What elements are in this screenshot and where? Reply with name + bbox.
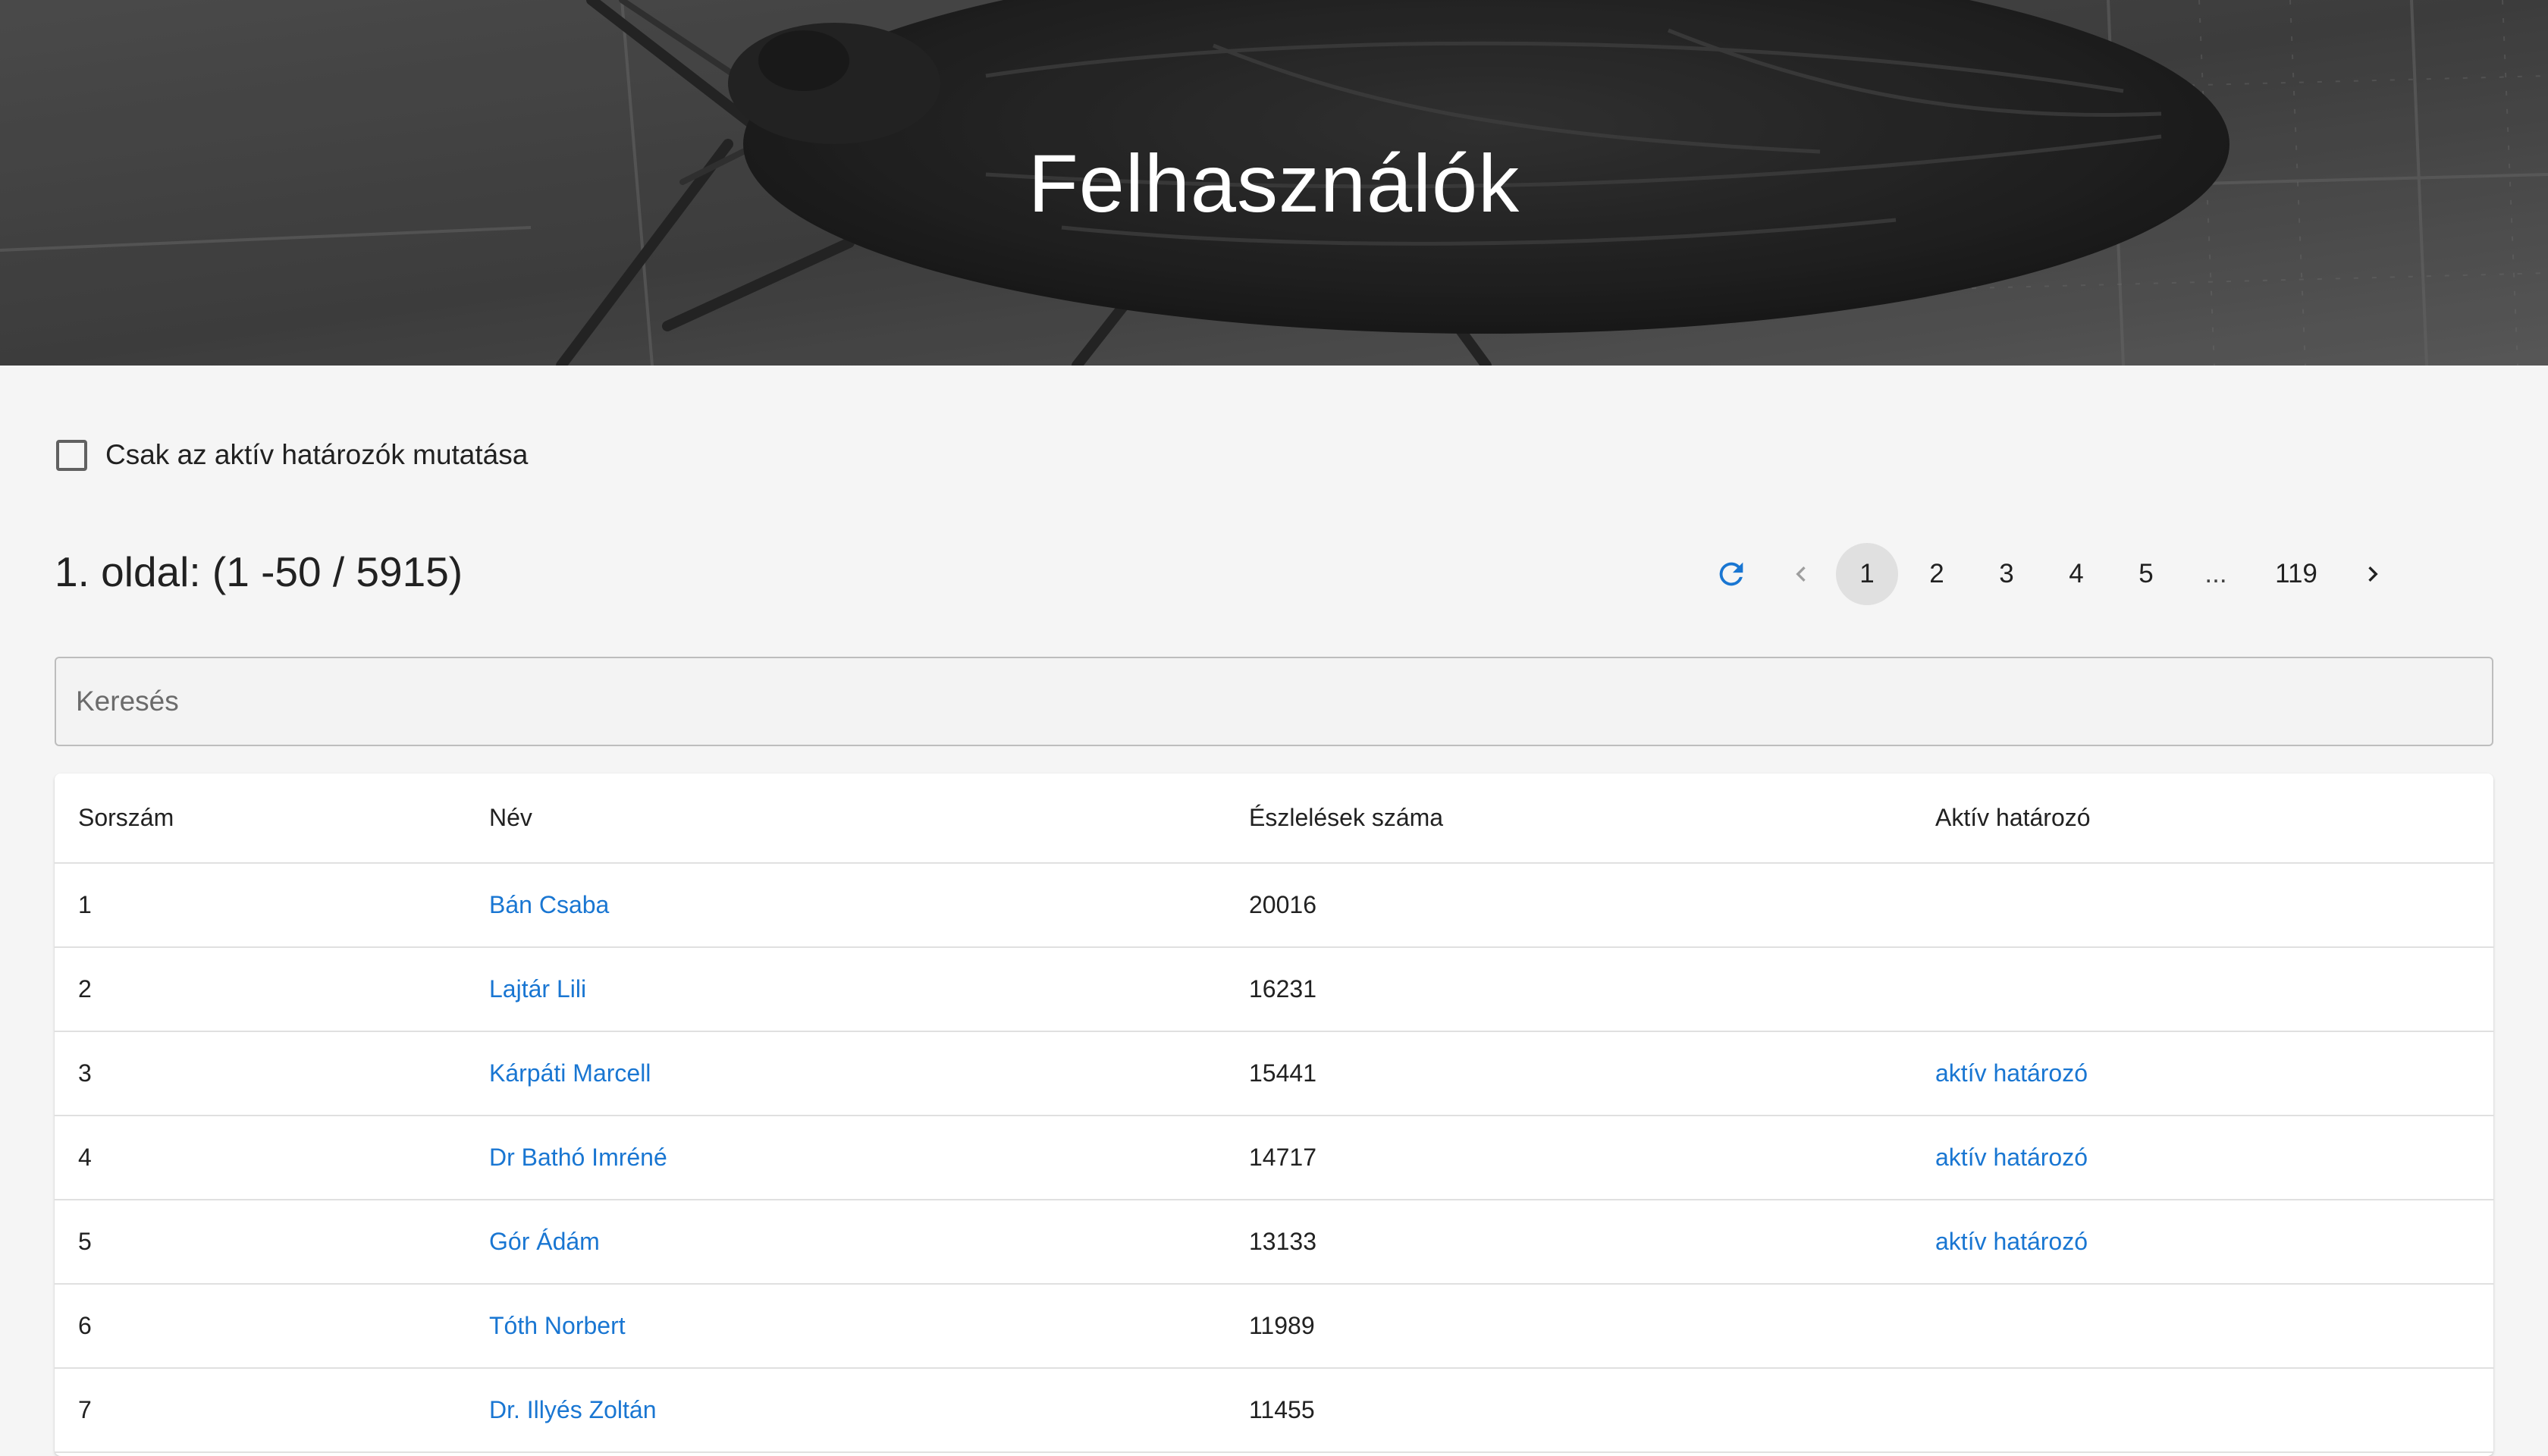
row-index: 3	[55, 1031, 466, 1116]
page-button-3[interactable]: 3	[1975, 543, 2038, 605]
observation-count: 15441	[1225, 1031, 1912, 1116]
user-name-link[interactable]: Dr Bathó Imréné	[489, 1144, 667, 1171]
page-button-2[interactable]: 2	[1906, 543, 1968, 605]
table-row: 3 Kárpáti Marcell 15441 aktív határozó	[55, 1031, 2493, 1116]
table-row: 1 Bán Csaba 20016	[55, 863, 2493, 948]
table-row: 4 Dr Bathó Imréné 14717 aktív határozó	[55, 1116, 2493, 1200]
table-row: 6 Tóth Norbert 11989	[55, 1284, 2493, 1369]
observation-count: 11989	[1225, 1284, 1912, 1369]
observation-count: 20016	[1225, 863, 1912, 948]
active-identifier-link[interactable]: aktív határozó	[1935, 1059, 2088, 1087]
table-header-row: Sorszám Név Észlelések száma Aktív határ…	[55, 774, 2493, 864]
row-index: 7	[55, 1368, 466, 1453]
row-index: 1	[55, 863, 466, 948]
row-index: 4	[55, 1116, 466, 1200]
previous-page-button[interactable]	[1770, 543, 1832, 605]
active-only-checkbox[interactable]	[56, 439, 87, 471]
row-index: 6	[55, 1284, 466, 1369]
table-row: 7 Dr. Illyés Zoltán 11455	[55, 1368, 2493, 1453]
next-page-button[interactable]	[2342, 543, 2404, 605]
search-input[interactable]	[56, 658, 2492, 745]
user-name-link[interactable]: Dr. Illyés Zoltán	[489, 1396, 657, 1423]
chevron-right-icon	[2368, 566, 2378, 582]
row-index: 5	[55, 1200, 466, 1285]
active-only-label: Csak az aktív határozók mutatása	[105, 439, 529, 470]
column-header-active[interactable]: Aktív határozó	[1912, 774, 2493, 864]
active-identifier-link[interactable]: aktív határozó	[1935, 1228, 2088, 1255]
observation-count: 13133	[1225, 1200, 1912, 1285]
page-button-4[interactable]: 4	[2045, 543, 2107, 605]
search-field	[55, 657, 2493, 746]
column-header-index[interactable]: Sorszám	[55, 774, 466, 864]
row-index: 2	[55, 947, 466, 1032]
page-button-1[interactable]: 1	[1836, 543, 1898, 605]
pagination: 1 2 3 4 5 ... 119	[1700, 543, 2404, 605]
user-name-link[interactable]: Bán Csaba	[489, 891, 609, 918]
page-range-heading: 1. oldal: (1 -50 / 5915)	[55, 548, 463, 595]
page-ellipsis: ...	[2204, 559, 2227, 588]
chevron-left-icon	[1796, 566, 1806, 582]
active-only-filter[interactable]: Csak az aktív határozók mutatása	[56, 435, 528, 475]
table-row: 2 Lajtár Lili 16231	[55, 947, 2493, 1032]
users-table-card: Sorszám Név Észlelések száma Aktív határ…	[55, 774, 2493, 1456]
observation-count: 14717	[1225, 1116, 1912, 1200]
refresh-icon	[1719, 562, 1743, 586]
users-table: Sorszám Név Észlelések száma Aktív határ…	[55, 774, 2493, 1453]
user-name-link[interactable]: Gór Ádám	[489, 1228, 600, 1255]
page-button-5[interactable]: 5	[2115, 543, 2177, 605]
column-header-observations[interactable]: Észlelések száma	[1225, 774, 1912, 864]
active-identifier-link[interactable]: aktív határozó	[1935, 1144, 2088, 1171]
observation-count: 11455	[1225, 1368, 1912, 1453]
header-banner: Felhasználók	[0, 0, 2548, 366]
user-name-link[interactable]: Lajtár Lili	[489, 975, 586, 1003]
observation-count: 16231	[1225, 947, 1912, 1032]
page-title: Felhasználók	[1028, 136, 1520, 229]
refresh-button[interactable]	[1700, 543, 1762, 605]
column-header-name[interactable]: Név	[466, 774, 1225, 864]
user-name-link[interactable]: Kárpáti Marcell	[489, 1059, 651, 1087]
table-row: 5 Gór Ádám 13133 aktív határozó	[55, 1200, 2493, 1285]
user-name-link[interactable]: Tóth Norbert	[489, 1312, 626, 1339]
page-button-last[interactable]: 119	[2255, 543, 2338, 605]
